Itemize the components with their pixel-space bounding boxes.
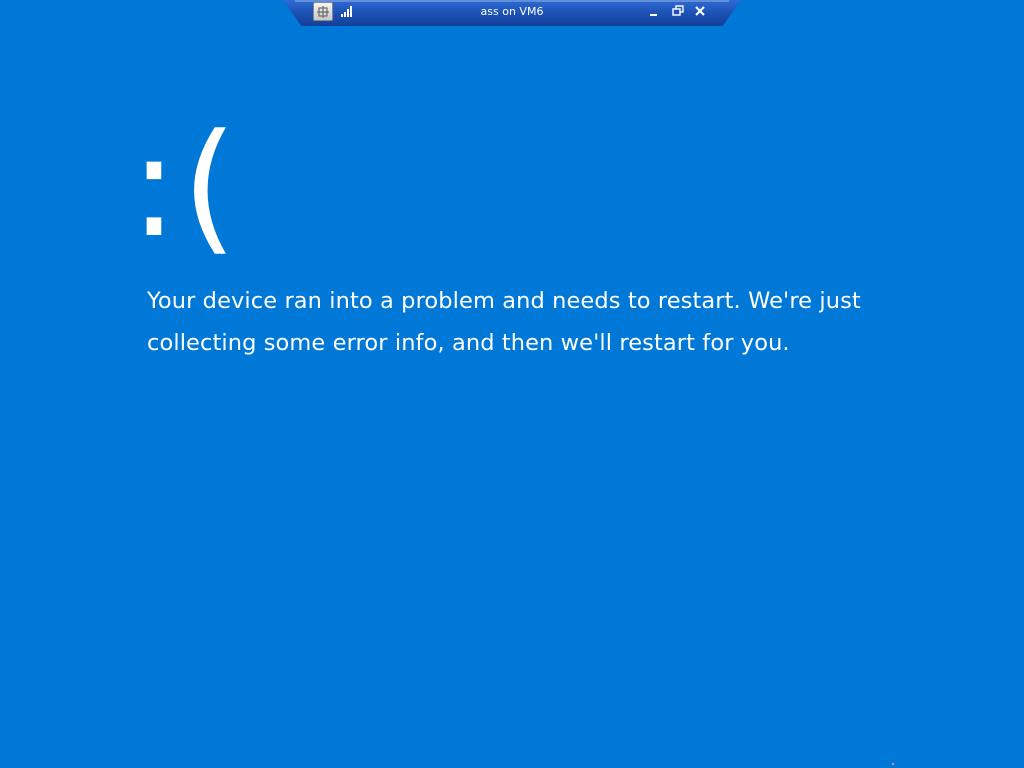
sad-face-emoticon: :( <box>130 104 242 269</box>
close-icon[interactable] <box>693 4 707 18</box>
error-message-line: collecting some error info, and then we'… <box>147 330 790 356</box>
restore-icon[interactable] <box>671 4 685 18</box>
remote-connection-bar[interactable]: ass on VM6 <box>283 0 741 26</box>
signal-strength-icon[interactable] <box>341 6 353 17</box>
vm-screen: ass on VM6 :( Your device ran into a pro… <box>0 0 1024 768</box>
minimize-icon[interactable] <box>647 4 661 18</box>
connection-title: ass on VM6 <box>480 5 544 18</box>
pin-button[interactable] <box>313 2 333 21</box>
error-message: Your device ran into a problem and needs… <box>147 280 947 364</box>
mouse-cursor-dot <box>892 763 894 765</box>
pin-icon <box>317 6 329 18</box>
error-message-line: Your device ran into a problem and needs… <box>147 288 861 314</box>
